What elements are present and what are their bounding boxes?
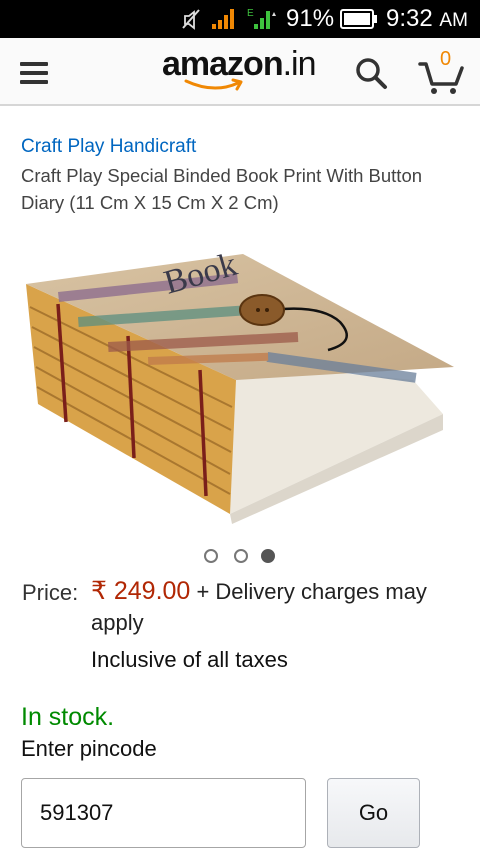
app-header: amazon.in 0 [0, 38, 480, 106]
cart-button[interactable]: 0 [418, 48, 466, 96]
price-label: Price: [22, 580, 79, 605]
pincode-input[interactable] [21, 778, 306, 848]
product-image[interactable]: Book [18, 232, 464, 528]
tax-note: Inclusive of all taxes [91, 647, 288, 672]
logo-smile-icon [184, 78, 243, 91]
price-value: ₹ 249.00 [91, 577, 191, 605]
product-title: Craft Play Special Binded Book Print Wit… [21, 165, 423, 213]
carousel-dot[interactable] [204, 549, 218, 563]
price-block: ₹ 249.00 + Delivery charges may apply [91, 576, 461, 638]
carousel-dot-active[interactable] [261, 549, 275, 563]
signal-icon [212, 9, 234, 29]
search-icon[interactable] [354, 56, 388, 90]
go-button[interactable]: Go [327, 778, 420, 848]
mute-icon [182, 9, 200, 30]
amazon-logo[interactable]: amazon.in [162, 44, 322, 100]
battery-percent: 91% [286, 5, 335, 32]
status-bar: E 91% 9:32 AM [0, 0, 480, 38]
svg-text:E: E [247, 8, 254, 19]
stock-status: In stock. [21, 703, 115, 731]
battery-icon [340, 9, 377, 29]
carousel-indicator [204, 549, 280, 565]
menu-icon[interactable] [20, 62, 48, 84]
cart-count: 0 [440, 48, 452, 70]
brand-link[interactable]: Craft Play Handicraft [21, 136, 196, 158]
carousel-dot[interactable] [234, 549, 248, 563]
clock: 9:32 AM [386, 5, 468, 32]
pincode-label: Enter pincode [21, 736, 157, 761]
data-signal-icon: E [247, 8, 276, 29]
